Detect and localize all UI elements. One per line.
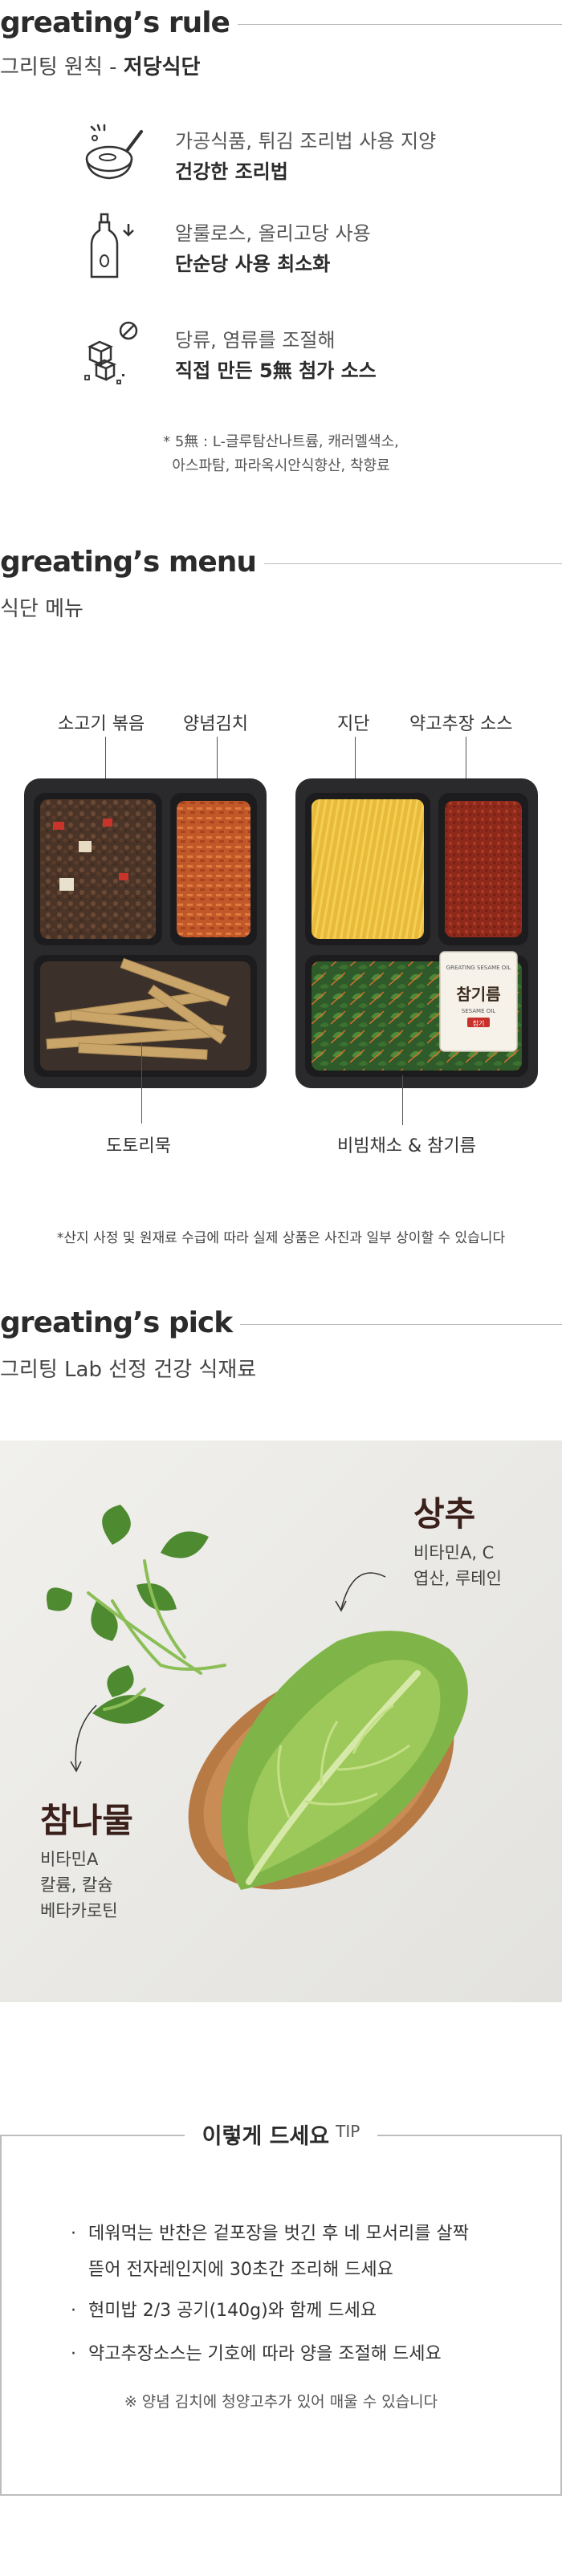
chamnamul-nutrient-2: 칼륨, 칼슘	[40, 1875, 113, 1895]
menu-subtitle: 식단 메뉴	[0, 597, 83, 621]
label-acorn-jelly: 도토리묵	[106, 1136, 171, 1156]
chamnamul-name: 참나물	[40, 1801, 133, 1840]
rule-line1: 가공식품, 튀김 조리법 사용 지양	[175, 130, 437, 152]
rule-note: * 5無 : L-글루탐산나트륨, 캐러멜색소, 아스파탐, 파라옥시안식향산,…	[0, 430, 562, 478]
tip-item: · 현미밥 2/3 공기(140g)와 함께 드세요	[71, 2301, 377, 2321]
label-beef: 소고기 볶음	[58, 714, 145, 734]
chamnamul-nutrient-1: 비타민A	[40, 1850, 99, 1869]
rule-line1: 당류, 염류를 조절해	[175, 329, 336, 351]
ingredient-photo: 상추 비타민A, C 엽산, 루테인 참나물 비타민A 칼륨, 칼슘 베타카로틴	[0, 1440, 562, 2002]
lettuce-nutrient-2: 엽산, 루테인	[413, 1569, 502, 1588]
tip-item: · 약고추장소스는 기호에 따라 양을 조절해 드세요	[71, 2344, 442, 2364]
pick-section-header: greating’s pick	[0, 1306, 562, 1347]
sesame-oil-pack: GREATING SESAME OIL 참기름 SESAME OIL 참기	[439, 951, 518, 1052]
tip-item: · 데워먹는 반찬은 겉포장을 벗긴 후 네 모서리를 살짝	[71, 2224, 469, 2244]
rule-item: 알룰로스, 올리고당 사용 단순당 사용 최소화	[80, 213, 482, 285]
rule-item: 가공식품, 튀김 조리법 사용 지양 건강한 조리법	[80, 120, 482, 193]
sesame-pack-badge: 참기	[473, 1019, 485, 1027]
rule-line1: 알룰로스, 올리고당 사용	[175, 222, 371, 245]
rule-section-header: greating’s rule	[0, 6, 562, 47]
rule-line2: 단순당 사용 최소화	[175, 253, 331, 275]
rule-note-line1: * 5無 : L-글루탐산나트륨, 캐러멜색소,	[163, 433, 399, 450]
rule-line2: 직접 만든 5無 첨가 소스	[175, 360, 377, 382]
lettuce-name: 상추	[413, 1494, 476, 1534]
label-egg: 지단	[337, 714, 370, 734]
frying-pan-icon	[80, 120, 145, 193]
sesame-pack-sub: SESAME OIL	[462, 1008, 495, 1014]
label-greens-sesame-oil: 비빔채소 & 참기름	[337, 1136, 476, 1156]
rule-line2: 건강한 조리법	[175, 160, 288, 183]
label-sauce: 약고추장 소스	[409, 714, 513, 734]
rule-note-line2: 아스파탐, 파라옥시안식향산, 착향료	[172, 457, 390, 474]
tip-item-cont: 뜯어 전자레인지에 30초간 조리해 드세요	[88, 2260, 393, 2280]
chamnamul-nutrient-3: 베타카로틴	[40, 1901, 118, 1920]
meal-trays-photo: GREATING SESAME OIL 참기름 SESAME OIL 참기	[24, 778, 538, 1088]
sesame-pack-brand: GREATING SESAME OIL	[446, 965, 511, 971]
label-kimchi: 양념김치	[183, 714, 248, 734]
tip-title-wrap: 이렇게 드세요 TIP	[0, 2119, 562, 2150]
pick-title: greating’s pick	[0, 1306, 241, 1339]
oil-bottle-icon	[80, 213, 145, 285]
rule-item: 당류, 염류를 조절해 직접 만든 5無 첨가 소스	[80, 319, 482, 392]
lettuce-nutrient-1: 비타민A, C	[413, 1543, 495, 1562]
menu-title: greating’s menu	[0, 546, 265, 579]
divider-line	[236, 1324, 562, 1325]
rule-subtitle: 그리팅 원칙 - 저당식단	[0, 55, 201, 79]
rule-title: greating’s rule	[0, 6, 238, 39]
menu-section-header: greating’s menu	[0, 546, 562, 586]
sesame-pack-name: 참기름	[456, 985, 500, 1004]
tip-title: 이렇게 드세요 TIP	[184, 2119, 378, 2150]
tip-sup: TIP	[336, 2122, 360, 2141]
sugar-cube-icon	[80, 319, 145, 392]
menu-disclaimer: *산지 사정 및 원재료 수급에 따라 실제 상품은 사진과 일부 상이할 수 …	[56, 1230, 506, 1246]
divider-line	[255, 563, 562, 564]
pick-subtitle: 그리팅 Lab 선정 건강 식재료	[0, 1358, 257, 1382]
divider-line	[233, 24, 562, 25]
tip-note: ※ 양념 김치에 청양고추가 있어 매울 수 있습니다	[124, 2393, 438, 2411]
